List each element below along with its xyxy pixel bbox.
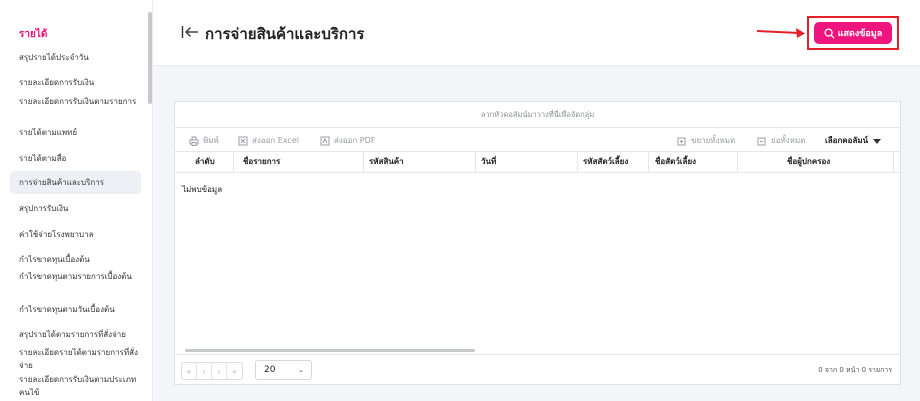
export-excel-button[interactable]: ส่งออก Excel: [238, 134, 299, 147]
collapse-back-icon[interactable]: [181, 24, 199, 40]
column-header-pet-code[interactable]: รหัสสัตว์เลี้ยง: [583, 152, 628, 172]
sidebar-item-hospital-expense[interactable]: ค่าใช้จ่ายโรงพยาบาล: [19, 228, 141, 241]
sidebar-item-income-by-media[interactable]: รายได้ตามสื่อ: [19, 152, 141, 165]
group-panel[interactable]: ลากหัวคอลัมน์มาวางที่นี่เพื่อจัดกลุ่ม: [175, 102, 900, 128]
column-divider: [577, 152, 578, 172]
printer-icon: [189, 136, 199, 146]
group-panel-hint: ลากหัวคอลัมน์มาวางที่นี่เพื่อจัดกลุ่ม: [480, 109, 595, 119]
next-page-button[interactable]: ›: [212, 363, 227, 379]
horizontal-scrollbar[interactable]: [185, 349, 475, 352]
choose-columns-button[interactable]: เลือกคอลัมน์: [825, 134, 882, 147]
column-header-row: ลำดับ ชื่อรายการ รหัสสินค้า วันที่ รหัสส…: [175, 152, 900, 173]
column-header-product-code[interactable]: รหัสสินค้า: [369, 152, 404, 172]
sidebar-scrollbar[interactable]: [148, 12, 152, 104]
annotation-arrow-icon: [756, 28, 805, 38]
grid-toolbar: พิมพ์ ส่งออก Excel ส่งออก PDF ขยายทั้งหม…: [175, 128, 900, 152]
prev-page-button[interactable]: ‹: [197, 363, 212, 379]
page-size-select[interactable]: 20 ⌄: [255, 360, 312, 380]
column-divider: [737, 152, 738, 172]
sidebar-item-payment-by-patient-type[interactable]: รายละเอียดการรับเงินตามประเภทคนไข้: [19, 373, 141, 399]
export-excel-label: ส่งออก Excel: [252, 136, 299, 145]
page-size-value: 20: [264, 365, 276, 375]
column-header-pet-name[interactable]: ชื่อสัตว์เลี้ยง: [655, 152, 696, 172]
pager: « ‹ › »: [181, 362, 243, 380]
expand-all-button[interactable]: ขยายทั้งหมด: [677, 134, 735, 147]
data-grid: ลากหัวคอลัมน์มาวางที่นี่เพื่อจัดกลุ่ม พิ…: [174, 101, 901, 385]
chevron-down-icon: ⌄: [298, 366, 304, 374]
search-icon: [824, 27, 835, 39]
annotation-highlight-box: แสดงข้อมูล: [807, 16, 899, 50]
column-divider: [475, 152, 476, 172]
app-root: รายได้ สรุปรายได้ประจำวัน รายละเอียดการร…: [0, 0, 920, 401]
sidebar-item-income-summary-by-order[interactable]: สรุปรายได้ตามรายการที่สั่งจ่าย: [19, 328, 141, 341]
first-page-button[interactable]: «: [182, 363, 197, 379]
export-pdf-button[interactable]: ส่งออก PDF: [320, 134, 375, 147]
last-page-button[interactable]: »: [227, 363, 242, 379]
column-header-item-name[interactable]: ชื่อรายการ: [243, 152, 280, 172]
collapse-all-button[interactable]: ย่อทั้งหมด: [757, 134, 805, 147]
pdf-icon: [320, 136, 330, 145]
sidebar-item-payment-detail[interactable]: รายละเอียดการรับเงิน: [19, 76, 141, 89]
sidebar-item-daily-summary[interactable]: สรุปรายได้ประจำวัน: [19, 51, 141, 64]
column-divider: [233, 152, 234, 172]
print-button[interactable]: พิมพ์: [189, 134, 219, 147]
column-divider: [648, 152, 649, 172]
show-data-button[interactable]: แสดงข้อมูล: [814, 22, 892, 44]
sidebar-item-income-detail-by-order[interactable]: รายละเอียดรายได้ตามรายการที่สั่งจ่าย: [19, 346, 141, 372]
sidebar-section-title: รายได้: [19, 29, 48, 40]
collapse-all-label: ย่อทั้งหมด: [771, 136, 806, 145]
page-header: การจ่ายสินค้าและบริการ แสดงข้อมูล: [153, 0, 920, 66]
column-header-owner-name[interactable]: ชื่อผู้ปกครอง: [787, 152, 830, 172]
excel-icon: [238, 136, 248, 145]
sidebar-item-profit-loss-by-day[interactable]: กำไรขาดทุนตามวันเบื้องต้น: [19, 303, 141, 316]
caret-down-icon: [873, 138, 882, 144]
collapse-icon: [757, 137, 766, 145]
export-pdf-label: ส่งออก PDF: [334, 136, 376, 145]
sidebar-item-profit-loss-by-item[interactable]: กำไรขาดทุนตามรายการเบื้องต้น: [19, 270, 141, 283]
column-divider: [893, 152, 894, 172]
sidebar-item-product-service-payment[interactable]: การจ่ายสินค้าและบริการ: [10, 171, 141, 194]
column-divider: [363, 152, 364, 172]
sidebar: รายได้ สรุปรายได้ประจำวัน รายละเอียดการร…: [0, 0, 153, 401]
page-info: 0 จาก 0 หน้า 0 รายการ: [818, 366, 892, 374]
expand-all-label: ขยายทั้งหมด: [691, 136, 736, 145]
sidebar-item-payment-summary[interactable]: สรุปการรับเงิน: [19, 202, 141, 215]
expand-icon: [677, 137, 686, 145]
print-label: พิมพ์: [203, 136, 219, 145]
sidebar-item-profit-loss[interactable]: กำไรขาดทุนเบื้องต้น: [19, 253, 141, 266]
choose-columns-label: เลือกคอลัมน์: [825, 136, 869, 145]
page-title: การจ่ายสินค้าและบริการ: [205, 25, 365, 43]
empty-message: ไม่พบข้อมูล: [182, 185, 223, 194]
column-header-date[interactable]: วันที่: [481, 152, 496, 172]
sidebar-item-payment-detail-by-item[interactable]: รายละเอียดการรับเงินตามรายการ: [19, 95, 141, 108]
grid-footer: « ‹ › » 20 ⌄ 0 จาก 0 หน้า 0 รายการ: [175, 354, 900, 384]
show-data-label: แสดงข้อมูล: [837, 28, 883, 38]
sidebar-item-income-by-doctor[interactable]: รายได้ตามแพทย์: [19, 126, 141, 139]
column-header-no[interactable]: ลำดับ: [195, 152, 215, 172]
